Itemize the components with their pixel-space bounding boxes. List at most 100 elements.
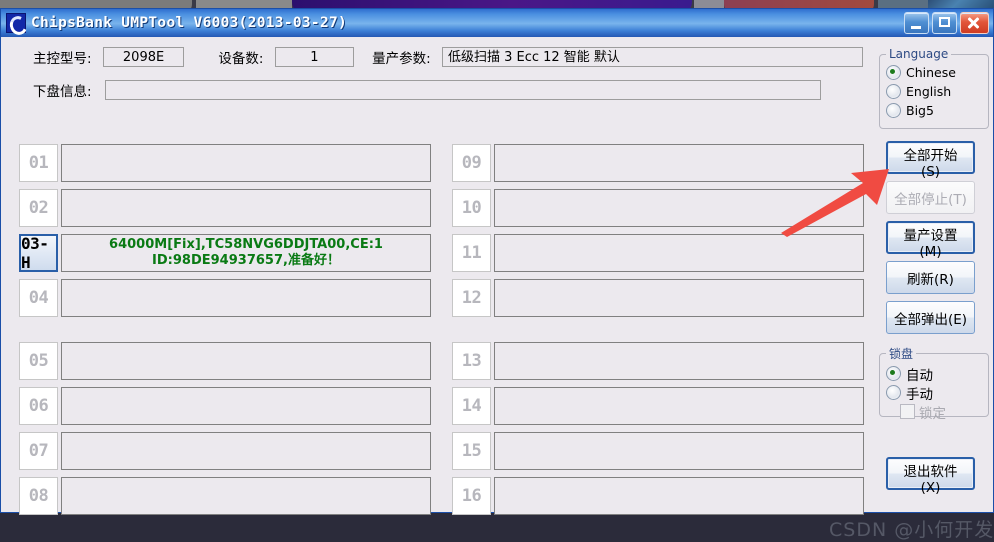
slot-status-07: [61, 432, 431, 470]
slot-status-line1: 64000M[Fix],TC58NVG6DDJTA00,CE:1: [109, 237, 383, 252]
maximize-button[interactable]: [932, 12, 957, 34]
radio-language-english-label: English: [906, 84, 952, 99]
radio-off-icon: [886, 103, 901, 118]
controller-model-label: 主控型号:: [33, 51, 92, 67]
exit-button[interactable]: 退出软件(X): [886, 457, 975, 496]
radio-language-big5-label: Big5: [906, 103, 934, 118]
slot-column-left: 01 02 03-H 64000M[Fix],TC58NVG6DDJTA00,CE:1…: [19, 144, 431, 522]
close-button[interactable]: [960, 12, 989, 34]
slot-status-09: [494, 144, 864, 182]
slot-row[interactable]: 16: [452, 477, 864, 515]
slot-status-04: [61, 279, 431, 317]
mass-production-settings-button[interactable]: 量产设置(M): [886, 221, 975, 260]
slot-row[interactable]: 13: [452, 342, 864, 380]
slot-row[interactable]: 11: [452, 234, 864, 272]
slot-number-11[interactable]: 11: [452, 234, 491, 272]
slot-status-11: [494, 234, 864, 272]
language-group: Language Chinese English Big5: [879, 47, 989, 129]
radio-lock-manual-label: 手动: [906, 386, 933, 403]
stop-all-button: 全部停止(T): [886, 181, 975, 214]
slot-status-12: [494, 279, 864, 317]
slot-status-line2: ID:98DE94937657,准备好！: [152, 253, 340, 268]
slot-row[interactable]: 04: [19, 279, 431, 317]
slot-status-01: [61, 144, 431, 182]
radio-off-icon: [886, 385, 901, 400]
radio-lock-auto[interactable]: 自动: [886, 364, 984, 384]
slot-row[interactable]: 08: [19, 477, 431, 515]
disk-info-field[interactable]: [105, 80, 821, 100]
slot-number-04[interactable]: 04: [19, 279, 58, 317]
radio-lock-manual[interactable]: 手动: [886, 383, 984, 403]
slot-row[interactable]: 14: [452, 387, 864, 425]
slot-number-06[interactable]: 06: [19, 387, 58, 425]
slot-status-08: [61, 477, 431, 515]
slot-status-15: [494, 432, 864, 470]
client-area: 主控型号: 2098E 设备数: 1 量产参数: 低级扫描 3 Ecc 12 智…: [1, 37, 993, 541]
eject-all-button[interactable]: 全部弹出(E): [886, 301, 975, 334]
slot-status-05: [61, 342, 431, 380]
slot-status-14: [494, 387, 864, 425]
slot-number-01[interactable]: 01: [19, 144, 58, 182]
slot-number-03-H[interactable]: 03-H: [19, 234, 58, 272]
top-form: 主控型号: 2098E 设备数: 1 量产参数: 低级扫描 3 Ecc 12 智…: [1, 37, 863, 103]
slot-status-16: [494, 477, 864, 515]
radio-off-icon: [886, 84, 901, 99]
checkbox-lock-label: 锁定: [919, 405, 946, 422]
slot-row[interactable]: 01: [19, 144, 431, 182]
slot-status-03-H: 64000M[Fix],TC58NVG6DDJTA00,CE:1 ID:98DE9…: [61, 234, 431, 272]
slot-number-12[interactable]: 12: [452, 279, 491, 317]
radio-language-big5[interactable]: Big5: [886, 101, 984, 120]
mass-production-params-field[interactable]: 低级扫描 3 Ecc 12 智能 默认: [441, 47, 863, 67]
slot-number-16[interactable]: 16: [452, 477, 491, 515]
slot-row[interactable]: 02: [19, 189, 431, 227]
controller-model-field[interactable]: 2098E: [102, 47, 185, 67]
form-row-1: 主控型号: 2098E 设备数: 1 量产参数: 低级扫描 3 Ecc 12 智…: [1, 44, 863, 70]
slot-status-13: [494, 342, 864, 380]
radio-lock-auto-label: 自动: [906, 367, 933, 384]
mass-production-params-label: 量产参数:: [372, 51, 431, 67]
checkbox-unchecked-icon: [900, 404, 915, 419]
side-panel: Language Chinese English Big5 全部开始(S) 全部…: [879, 37, 989, 496]
title-bar[interactable]: ChipsBank UMPTool V6003(2013-03-27): [1, 9, 993, 37]
radio-language-chinese[interactable]: Chinese: [886, 63, 984, 82]
slot-row[interactable]: 15: [452, 432, 864, 470]
device-count-label: 设备数:: [218, 51, 264, 67]
radio-on-icon: [886, 366, 901, 381]
start-all-button[interactable]: 全部开始(S): [886, 141, 975, 180]
slot-number-02[interactable]: 02: [19, 189, 58, 227]
slot-column-right: 09 10 11 12 13 14 15 16: [452, 144, 864, 522]
radio-on-icon: [886, 65, 901, 80]
language-group-legend: Language: [889, 47, 949, 61]
window-controls: [904, 12, 989, 34]
lock-disk-group: 锁盘 自动 手动 锁定: [879, 345, 989, 422]
slot-number-10[interactable]: 10: [452, 189, 491, 227]
slot-row[interactable]: 12: [452, 279, 864, 317]
radio-language-chinese-label: Chinese: [906, 65, 956, 80]
slot-number-13[interactable]: 13: [452, 342, 491, 380]
refresh-button[interactable]: 刷新(R): [886, 261, 975, 294]
checkbox-lock: 锁定: [886, 402, 984, 422]
radio-language-english[interactable]: English: [886, 82, 984, 101]
chipsbank-logo-icon: [6, 13, 26, 33]
slot-row[interactable]: 05: [19, 342, 431, 380]
slot-number-09[interactable]: 09: [452, 144, 491, 182]
application-window: ChipsBank UMPTool V6003(2013-03-27) 主控型号…: [0, 8, 994, 541]
slot-number-05[interactable]: 05: [19, 342, 58, 380]
slot-status-02: [61, 189, 431, 227]
slot-row[interactable]: 06: [19, 387, 431, 425]
slot-number-14[interactable]: 14: [452, 387, 491, 425]
disk-info-label: 下盘信息:: [33, 84, 92, 100]
minimize-button[interactable]: [904, 12, 929, 34]
window-title: ChipsBank UMPTool V6003(2013-03-27): [31, 15, 348, 31]
slot-number-08[interactable]: 08: [19, 477, 58, 515]
device-count-field[interactable]: 1: [274, 47, 355, 67]
slot-status-06: [61, 387, 431, 425]
slot-row[interactable]: 03-H 64000M[Fix],TC58NVG6DDJTA00,CE:1 ID:9…: [19, 234, 431, 272]
slot-number-07[interactable]: 07: [19, 432, 58, 470]
lock-disk-group-legend: 锁盘: [889, 347, 914, 361]
slot-status-10: [494, 189, 864, 227]
slot-row[interactable]: 09: [452, 144, 864, 182]
slot-row[interactable]: 07: [19, 432, 431, 470]
slot-row[interactable]: 10: [452, 189, 864, 227]
slot-number-15[interactable]: 15: [452, 432, 491, 470]
